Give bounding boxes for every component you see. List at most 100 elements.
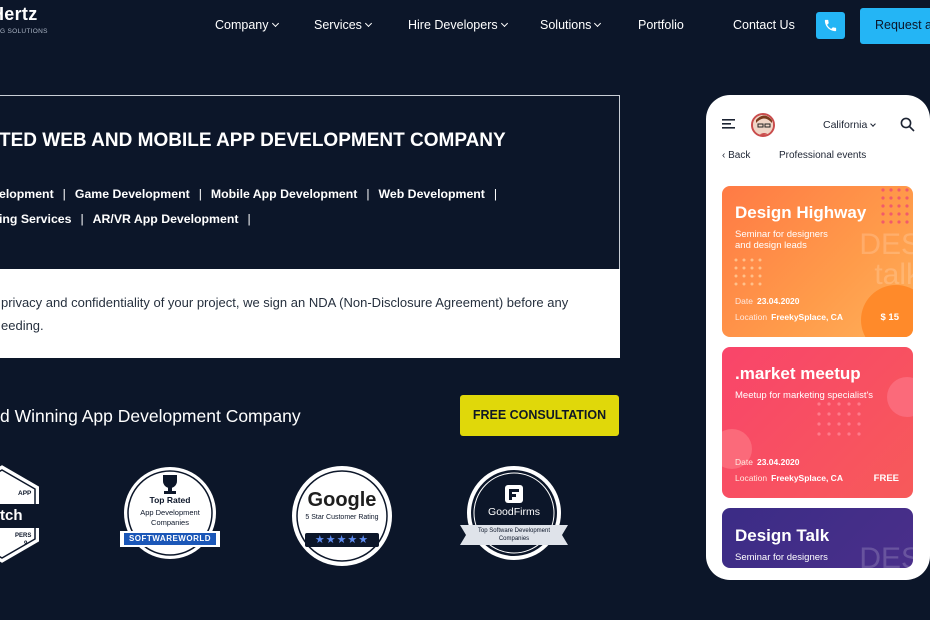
card-location-label: Location bbox=[735, 473, 768, 483]
card-title: Design Highway bbox=[735, 203, 867, 222]
event-card[interactable]: DES Design Talk Seminar for designers bbox=[722, 508, 913, 568]
section-title: Professional events bbox=[779, 150, 867, 161]
chevron-down-icon bbox=[271, 19, 279, 28]
card-date-label: Date bbox=[735, 296, 753, 306]
card-location-label: Location bbox=[735, 312, 768, 322]
dot-pattern-icon bbox=[734, 258, 762, 286]
chevron-down-icon bbox=[500, 19, 508, 28]
chevron-down-icon bbox=[364, 19, 372, 28]
phone-icon bbox=[824, 19, 837, 32]
card-date-label: Date bbox=[735, 457, 753, 467]
logo-tagline: G SOLUTIONS bbox=[0, 28, 48, 35]
separator: | bbox=[62, 187, 66, 201]
nda-notice: privacy and confidentiality of your proj… bbox=[0, 269, 620, 358]
back-label: Back bbox=[728, 150, 751, 161]
user-avatar-icon bbox=[753, 115, 773, 135]
card-location: Location FreekySplace, CA bbox=[735, 312, 843, 322]
goodfirms-name: GoodFirms bbox=[488, 506, 540, 518]
logo-name: Hertz bbox=[0, 4, 38, 24]
goodfirms-ribbon: Top Software Development Companies bbox=[477, 528, 551, 542]
card-subtitle: Seminar for designers and design leads bbox=[735, 229, 828, 251]
chevron-down-icon bbox=[594, 19, 602, 28]
softwareworld-badge[interactable]: Top Rated App Development Companies SOFT… bbox=[118, 465, 222, 565]
separator: | bbox=[247, 212, 251, 226]
card-location: Location FreekySplace, CA bbox=[735, 473, 843, 483]
nda-text-line-2: eeding. bbox=[1, 318, 44, 333]
card-date: Date 23.04.2020 bbox=[735, 457, 800, 467]
card-watermark: DES bbox=[859, 542, 913, 569]
separator: | bbox=[80, 212, 84, 226]
nda-text-line-1: privacy and confidentiality of your proj… bbox=[1, 295, 569, 310]
service-link[interactable]: Web Development bbox=[379, 187, 485, 201]
nav-company-label: Company bbox=[215, 18, 269, 32]
event-card[interactable]: DEStalk Design Highway Seminar for desig… bbox=[722, 186, 913, 337]
hero-panel: TED WEB AND MOBILE APP DEVELOPMENT COMPA… bbox=[0, 95, 620, 358]
clutch-main: tch bbox=[0, 507, 23, 524]
award-heading: d Winning App Development Company bbox=[0, 406, 301, 426]
clutch-bottom: PERS bbox=[15, 533, 32, 539]
card-date-value: 23.04.2020 bbox=[756, 296, 800, 306]
chevron-left-icon: ‹ bbox=[722, 150, 726, 161]
phone-mockup: California ‹ Back Professional events DE… bbox=[706, 95, 930, 580]
card-location-value: FreekySplace, CA bbox=[771, 312, 843, 322]
softwareworld-top: Top Rated bbox=[149, 495, 191, 505]
separator: | bbox=[493, 187, 498, 201]
decorative-circle-icon bbox=[861, 285, 913, 337]
services-row-2: ing Services | AR/VR App Development | bbox=[0, 212, 260, 226]
goodfirms-badge[interactable]: GoodFirms Top Software Development Compa… bbox=[460, 465, 568, 565]
nav-hire-developers[interactable]: Hire Developers bbox=[408, 18, 508, 32]
search-icon[interactable] bbox=[900, 117, 915, 132]
nav-services-label: Services bbox=[314, 18, 362, 32]
service-link[interactable]: Mobile App Development bbox=[211, 187, 357, 201]
card-subtitle-line-1: Meetup for marketing specialist's bbox=[735, 390, 874, 401]
card-subtitle-line-1: Seminar for designers bbox=[735, 229, 828, 240]
chevron-down-icon bbox=[870, 121, 877, 127]
rating-stars-icon: ★★★★★ bbox=[314, 534, 370, 546]
decorative-circle-icon bbox=[887, 377, 913, 417]
card-watermark: DEStalk bbox=[859, 230, 913, 290]
dot-pattern-icon bbox=[881, 188, 909, 224]
separator: | bbox=[366, 187, 370, 201]
nav-solutions[interactable]: Solutions bbox=[540, 18, 602, 32]
softwareworld-middle: App Development Companies bbox=[140, 508, 200, 527]
card-date: Date 23.04.2020 bbox=[735, 296, 800, 306]
card-subtitle: Seminar for designers bbox=[735, 552, 828, 563]
menu-icon[interactable] bbox=[722, 119, 736, 129]
free-consultation-button[interactable]: FREE CONSULTATION bbox=[460, 395, 619, 436]
avatar[interactable] bbox=[751, 113, 775, 137]
request-quote-button[interactable]: Request a bbox=[860, 8, 930, 44]
service-link[interactable]: AR/VR App Development bbox=[93, 212, 239, 226]
clutch-badge[interactable]: APP tch PERS 9 bbox=[0, 460, 44, 570]
card-title: Design Talk bbox=[735, 526, 830, 545]
google-name: Google bbox=[307, 489, 377, 511]
nav-solutions-label: Solutions bbox=[540, 18, 592, 32]
phone-call-button[interactable] bbox=[816, 12, 845, 39]
nav-services[interactable]: Services bbox=[314, 18, 372, 32]
location-selector[interactable]: California bbox=[823, 119, 877, 131]
nav-hire-developers-label: Hire Developers bbox=[408, 18, 498, 32]
services-row-1: elopment | Game Development | Mobile App Dev… bbox=[0, 187, 506, 201]
nav-company[interactable]: Company bbox=[215, 18, 279, 32]
back-button[interactable]: ‹ Back bbox=[722, 150, 750, 161]
card-watermark-line-1: DES bbox=[859, 228, 913, 261]
event-card[interactable]: .market meetup Meetup for marketing spec… bbox=[722, 347, 913, 498]
card-price: FREE bbox=[873, 473, 899, 484]
clutch-year: 9 bbox=[24, 541, 28, 547]
separator: | bbox=[198, 187, 202, 201]
card-subtitle: Meetup for marketing specialist's bbox=[735, 390, 873, 401]
nav-portfolio[interactable]: Portfolio bbox=[638, 18, 684, 32]
card-watermark-line-2: talk bbox=[874, 258, 913, 291]
card-subtitle-line-2: and design leads bbox=[735, 240, 807, 251]
service-link[interactable]: ing Services bbox=[0, 212, 71, 226]
service-link[interactable]: Game Development bbox=[75, 187, 190, 201]
google-caption: 5 Star Customer Rating bbox=[305, 514, 379, 521]
card-price: $ 15 bbox=[880, 312, 900, 323]
service-link[interactable]: elopment bbox=[0, 187, 54, 201]
card-location-value: FreekySplace, CA bbox=[771, 473, 843, 483]
google-rating-badge[interactable]: Google 5 Star Customer Rating ★★★★★ bbox=[291, 465, 393, 567]
card-date-value: 23.04.2020 bbox=[756, 457, 800, 467]
nav-contact-us[interactable]: Contact Us bbox=[733, 18, 795, 32]
dot-pattern-icon bbox=[817, 402, 861, 436]
softwareworld-ribbon: SOFTWAREWORLD bbox=[128, 534, 212, 543]
hero-title: TED WEB AND MOBILE APP DEVELOPMENT COMPA… bbox=[0, 130, 506, 151]
